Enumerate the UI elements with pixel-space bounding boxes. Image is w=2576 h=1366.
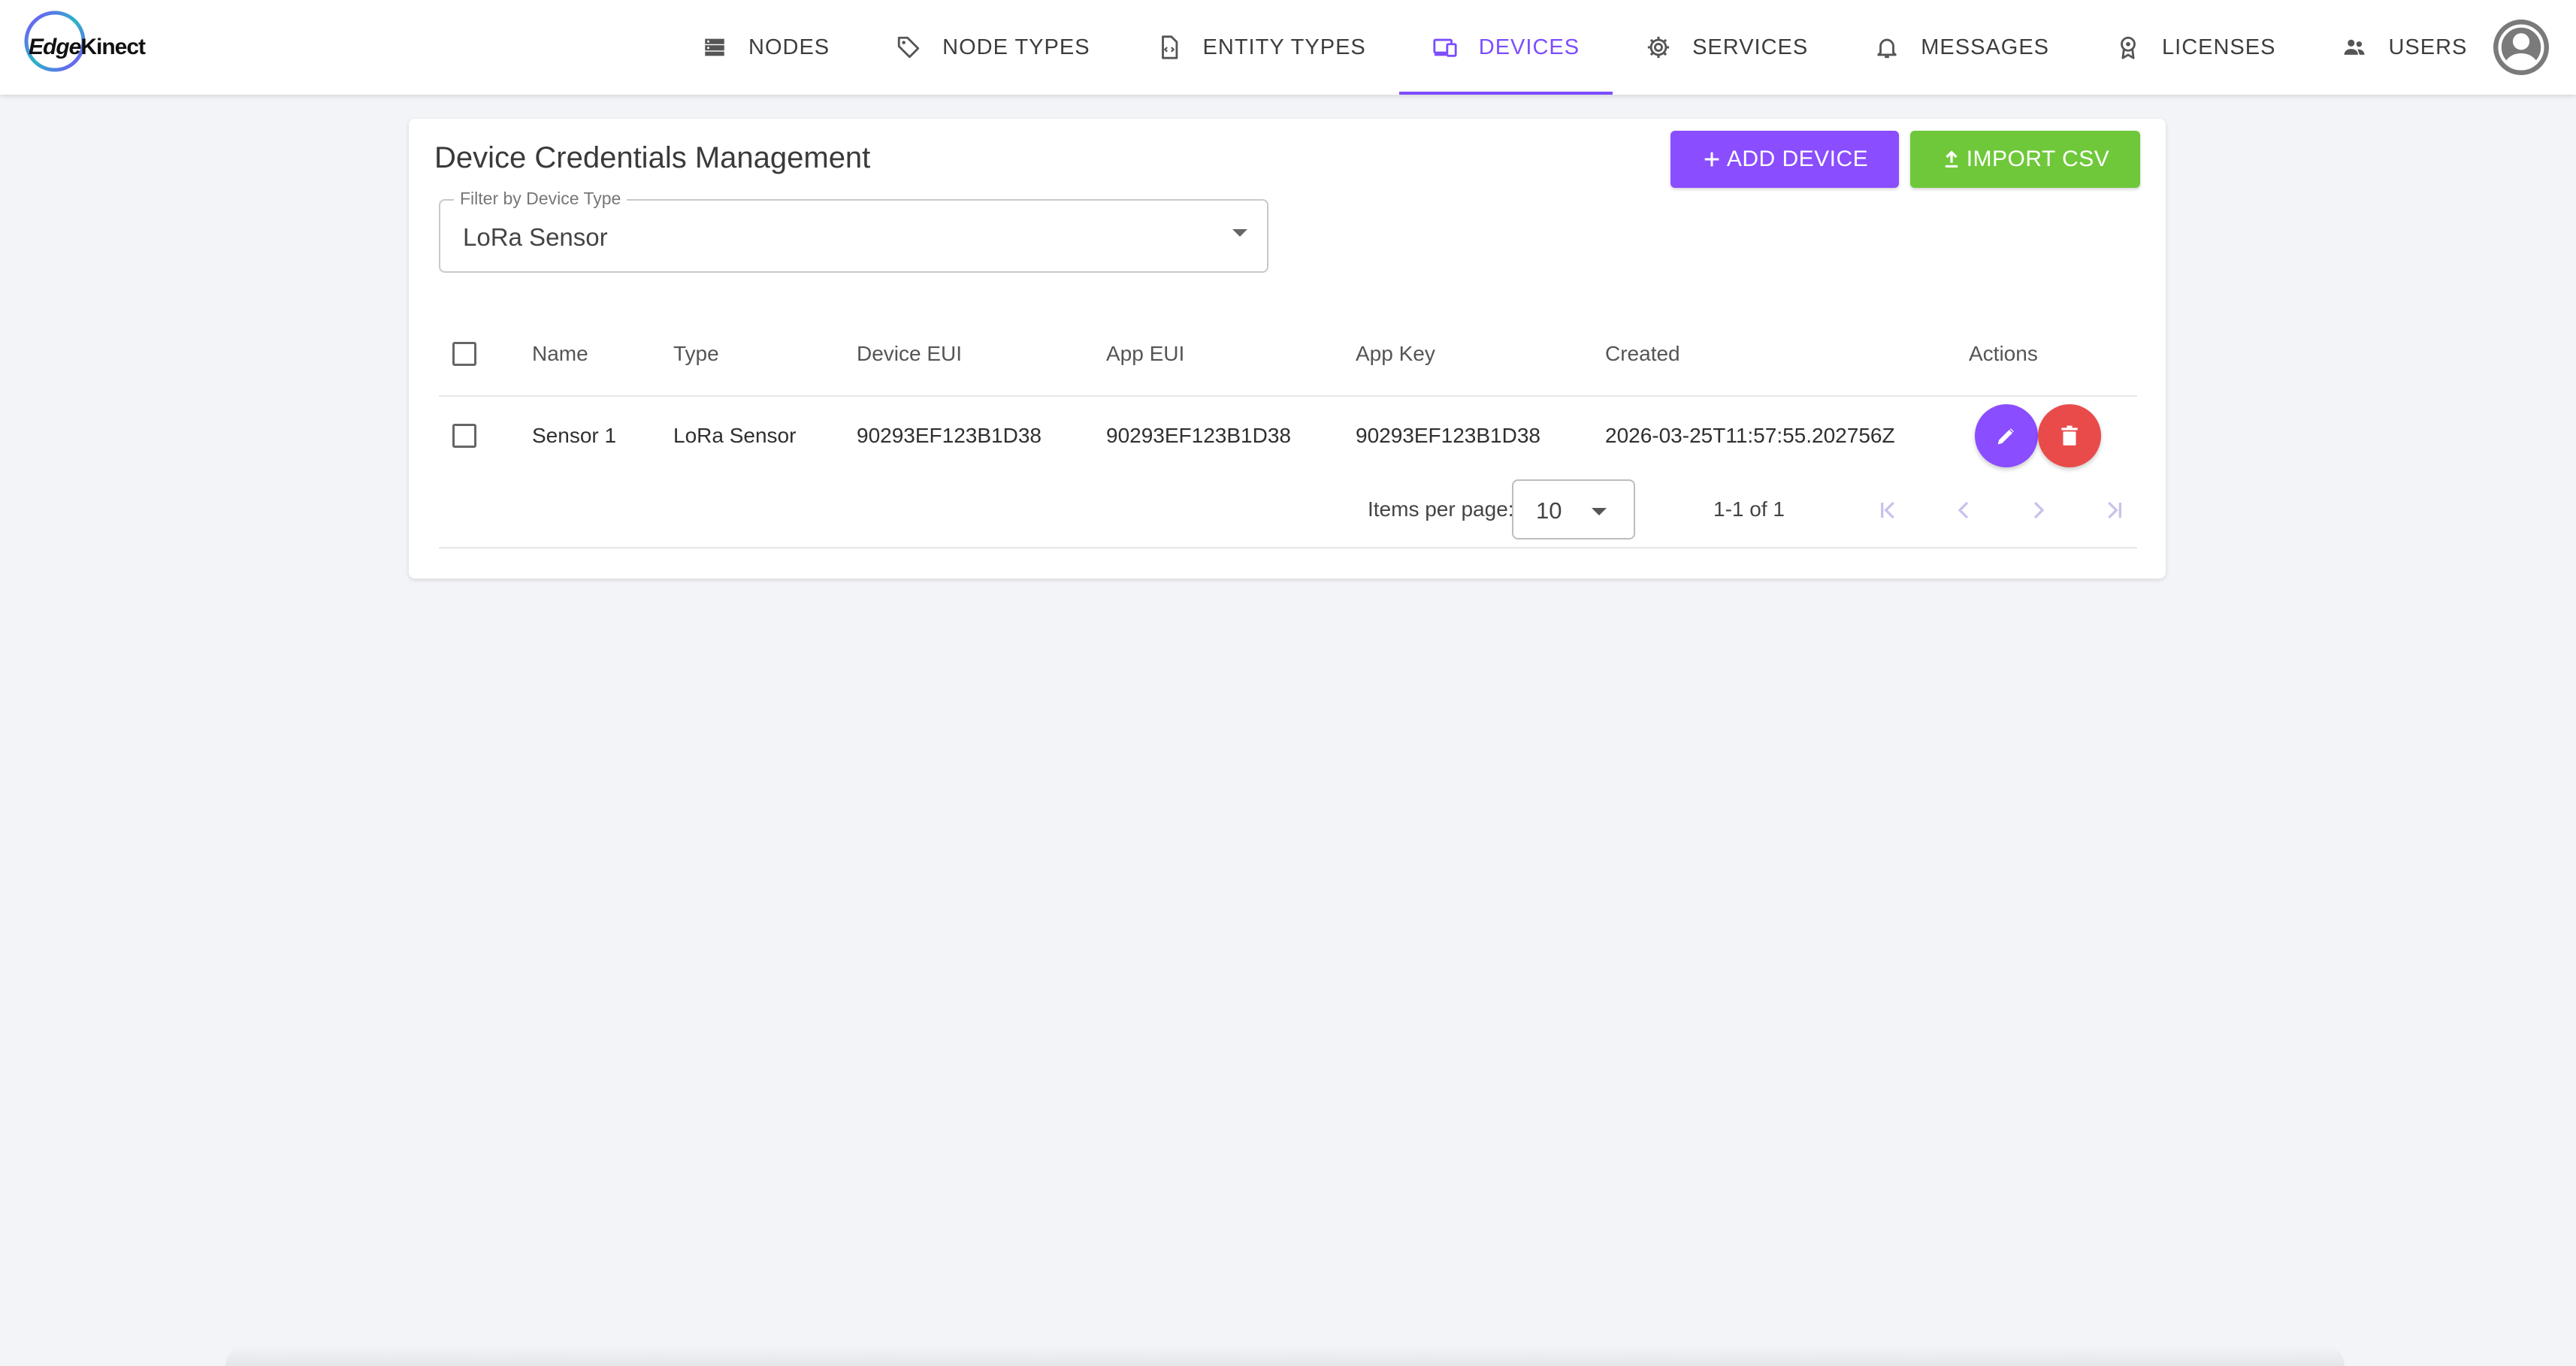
column-header-name[interactable]: Name <box>532 313 588 395</box>
cell-created: 2026-03-25T11:57:55.202756Z <box>1605 424 1895 447</box>
select-all-checkbox[interactable] <box>452 342 476 366</box>
file-code-icon <box>1156 35 1182 60</box>
dropdown-arrow-icon <box>1592 508 1607 515</box>
tag-icon <box>896 35 921 60</box>
devices-icon <box>1432 35 1458 60</box>
device-type-filter-select[interactable]: Filter by Device Type LoRa Sensor <box>439 189 1268 273</box>
cell-app-key: 90293EF123B1D38 <box>1356 424 1540 447</box>
top-navigation-bar: EdgeKinect NODES NODE TYPES ENTITY TYPES… <box>0 0 2576 95</box>
import-csv-label: IMPORT CSV <box>1966 147 2110 171</box>
nav-item-node-types[interactable]: NODE TYPES <box>863 0 1123 95</box>
logo-text: EdgeKinect <box>29 35 146 59</box>
cell-device-eui: 90293EF123B1D38 <box>857 424 1042 447</box>
nav-item-label: NODES <box>748 35 830 59</box>
nav-item-services[interactable]: SERVICES <box>1613 0 1841 95</box>
page-range-label: 1-1 of 1 <box>1713 497 1785 521</box>
edge-kinect-logo[interactable]: EdgeKinect <box>23 9 158 74</box>
cell-app-eui: 90293EF123B1D38 <box>1106 424 1291 447</box>
filter-label: Filter by Device Type <box>454 189 627 209</box>
nav-item-entity-types[interactable]: ENTITY TYPES <box>1123 0 1399 95</box>
gear-icon <box>1646 35 1671 60</box>
cell-name: Sensor 1 <box>532 424 617 447</box>
nav-item-label: NODE TYPES <box>942 35 1090 59</box>
badge-icon <box>2115 35 2141 60</box>
page-size-value: 10 <box>1536 497 1562 524</box>
import-csv-button[interactable]: IMPORT CSV <box>1910 131 2140 188</box>
page-size-select[interactable]: 10 <box>1512 479 1635 539</box>
last-page-icon <box>2108 501 2121 519</box>
items-per-page-label: Items per page: <box>1368 497 1514 521</box>
bottom-shadow <box>225 1345 2345 1366</box>
devices-table: Name Type Device EUI App EUI App Key Cre… <box>439 313 2137 549</box>
trash-icon <box>2061 425 2078 446</box>
dropdown-arrow-icon <box>1232 229 1247 237</box>
chevron-left-icon <box>1958 501 1969 519</box>
plus-icon <box>1704 152 1719 167</box>
upload-icon <box>1945 150 1958 168</box>
previous-page-button[interactable] <box>1945 491 1982 529</box>
next-page-button[interactable] <box>2020 491 2057 529</box>
main-nav: NODES NODE TYPES ENTITY TYPES DEVICES SE… <box>669 0 2500 95</box>
row-actions <box>1975 397 2110 475</box>
column-header-type[interactable]: Type <box>673 313 719 395</box>
nav-item-label: MESSAGES <box>1921 35 2050 59</box>
filter-value: LoRa Sensor <box>463 223 608 251</box>
table-header-row: Name Type Device EUI App EUI App Key Cre… <box>439 313 2137 397</box>
first-page-button[interactable] <box>1870 491 1907 529</box>
paginator: Items per page: 10 1-1 of 1 <box>439 475 2137 549</box>
nav-item-messages[interactable]: MESSAGES <box>1841 0 2082 95</box>
nav-item-licenses[interactable]: LICENSES <box>2082 0 2308 95</box>
column-header-actions: Actions <box>1969 342 2038 365</box>
bell-icon <box>1874 35 1900 60</box>
account-circle-icon[interactable] <box>2493 20 2549 75</box>
pencil-icon <box>1997 428 2014 445</box>
column-header-app-key[interactable]: App Key <box>1356 313 1435 395</box>
nav-item-devices[interactable]: DEVICES <box>1398 0 1613 95</box>
row-checkbox[interactable] <box>452 424 476 448</box>
page-title: Device Credentials Management <box>434 141 871 174</box>
column-header-created[interactable]: Created <box>1605 313 1680 395</box>
add-device-label: ADD DEVICE <box>1726 147 1869 171</box>
column-header-device-eui[interactable]: Device EUI <box>857 313 962 395</box>
nav-item-label: LICENSES <box>2162 35 2276 59</box>
cell-type: LoRa Sensor <box>673 424 797 447</box>
nav-item-label: SERVICES <box>1692 35 1809 59</box>
nav-item-users[interactable]: USERS <box>2308 0 2500 95</box>
users-icon <box>2342 35 2367 60</box>
nav-item-label: USERS <box>2388 35 2468 59</box>
chevron-right-icon <box>2033 501 2045 519</box>
add-device-button[interactable]: ADD DEVICE <box>1670 131 1899 188</box>
server-icon <box>702 35 727 60</box>
column-header-app-eui[interactable]: App EUI <box>1106 313 1184 395</box>
nav-item-label: DEVICES <box>1478 35 1580 59</box>
edit-button[interactable] <box>1975 404 2038 467</box>
table-row: Sensor 1 LoRa Sensor 90293EF123B1D38 902… <box>439 397 2137 475</box>
delete-button[interactable] <box>2038 404 2101 467</box>
nav-item-label: ENTITY TYPES <box>1202 35 1366 59</box>
last-page-button[interactable] <box>2095 491 2133 529</box>
device-credentials-card: Device Credentials Management ADD DEVICE… <box>409 119 2166 579</box>
first-page-icon <box>1881 501 1894 519</box>
nav-item-nodes[interactable]: NODES <box>669 0 863 95</box>
